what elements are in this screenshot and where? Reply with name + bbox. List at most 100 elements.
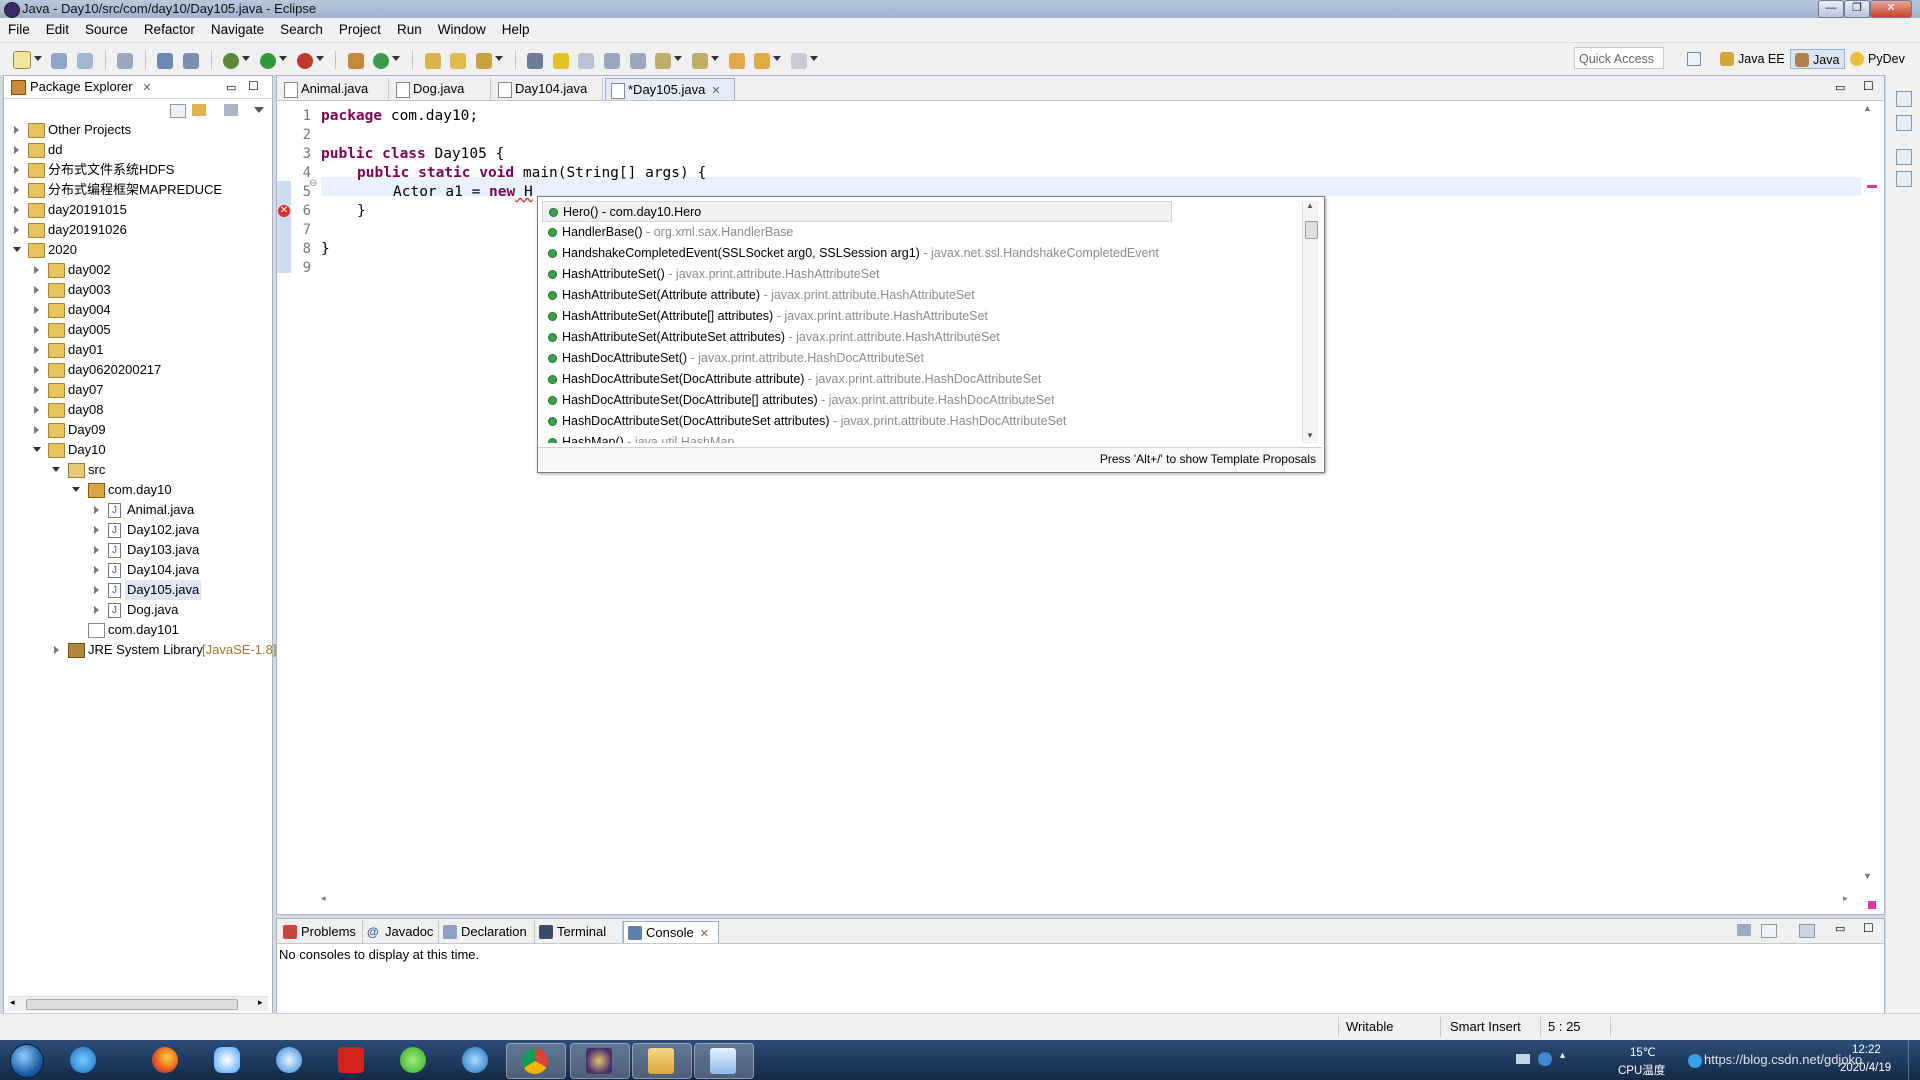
minimize-button[interactable]: — [1818,0,1844,18]
skip-breakpoints-icon[interactable] [183,53,199,69]
scroll-right-icon[interactable]: ▸ [258,997,263,1008]
taskbar-ie-blue-icon[interactable] [450,1043,500,1077]
menu-search[interactable]: Search [272,18,331,42]
perspective-java[interactable]: Java [1790,49,1846,69]
open-console-icon[interactable] [1799,924,1815,938]
tab-problems[interactable]: Problems [279,921,363,943]
print-icon[interactable] [117,53,134,69]
quick-access-input[interactable]: Quick Access [1574,47,1664,69]
debug-icon[interactable] [223,53,240,69]
back-icon[interactable] [754,53,771,69]
new-icon[interactable] [12,51,31,69]
scroll-down-icon[interactable]: ▼ [1863,871,1872,881]
scrollbar-thumb[interactable] [26,999,238,1010]
help-tray-icon[interactable] [1538,1052,1552,1066]
show-desktop-button[interactable] [1908,1040,1920,1080]
proposal-item[interactable]: HashDocAttributeSet(DocAttribute[] attri… [542,390,1282,411]
menu-help[interactable]: Help [494,18,538,42]
proposal-item[interactable]: HandlerBase() - org.xml.sax.HandlerBase [542,222,1282,243]
proposal-item[interactable]: HashAttributeSet(Attribute[] attributes)… [542,306,1282,327]
perspective-java-ee[interactable]: Java EE [1716,49,1790,69]
maximize-button[interactable]: ❐ [1844,0,1870,18]
menu-run[interactable]: Run [389,18,430,42]
toggle-word-wrap-icon[interactable] [578,53,595,69]
clock-date[interactable]: 2020/4/19 [1840,1062,1891,1074]
proposal-item[interactable]: HashMap() - java.util.HashMap [542,432,1282,443]
taskbar-youdao-icon[interactable] [326,1043,376,1077]
pin-console-icon[interactable] [1737,924,1751,936]
menu-project[interactable]: Project [331,18,389,42]
taskbar-baidu-netdisk-icon[interactable] [202,1043,252,1077]
start-button[interactable] [4,1042,48,1078]
horizontal-scrollbar[interactable]: ◂ ▸ [8,996,268,1011]
next-annotation-icon[interactable] [655,53,672,69]
open-task-icon[interactable] [450,53,467,69]
save-icon[interactable] [51,53,68,69]
menu-navigate[interactable]: Navigate [203,18,272,42]
taskbar-onedrive-icon[interactable] [264,1043,314,1077]
perspective-pydev[interactable]: PyDev [1846,49,1910,69]
terminal-icon[interactable] [157,53,174,69]
proposal-item[interactable]: HandshakeCompletedEvent(SSLSocket arg0, … [542,243,1282,264]
overview-error-indicator[interactable] [1868,901,1876,909]
keyboard-tray-icon[interactable] [1516,1054,1530,1064]
save-all-icon[interactable] [76,53,93,69]
taskbar-360-icon[interactable] [388,1043,438,1077]
taskbar-explorer-icon[interactable] [632,1043,692,1079]
new-class-icon[interactable] [373,53,390,69]
overview-error-marker[interactable] [1867,185,1877,188]
proposal-item[interactable]: HashAttributeSet(AttributeSet attributes… [542,327,1282,348]
editor-horizontal-scrollbar[interactable]: ◂ ▸ [321,891,1857,907]
tab-dog-java[interactable]: Dog.java [391,78,491,100]
toggle-highlight-icon[interactable] [552,53,569,69]
scrollbar-thumb[interactable] [1305,221,1318,239]
close-tab-icon[interactable]: ✕ [711,85,720,97]
tab-animal-java[interactable]: Animal.java [279,78,389,100]
new-java-project-icon[interactable] [347,53,364,69]
proposal-item[interactable]: HashDocAttributeSet() - javax.print.attr… [542,348,1282,369]
proposal-scrollbar[interactable]: ▲ ▼ [1302,201,1318,443]
filter-icon[interactable] [224,104,238,116]
close-view-icon[interactable]: ✕ [142,82,151,94]
menu-file[interactable]: File [0,18,38,42]
forward-icon[interactable] [790,53,807,69]
taskbar-firefox-icon[interactable] [140,1043,190,1077]
show-whitespace-icon[interactable] [629,53,646,69]
close-button[interactable]: ✕ [1870,0,1912,18]
taskbar-chrome-icon[interactable] [506,1043,566,1079]
search-icon[interactable] [475,53,492,69]
template-proposals-hint[interactable]: Press 'Alt+/' to show Template Proposals [1100,452,1316,466]
restore-icon[interactable] [1896,149,1912,165]
proposal-item[interactable]: HashAttributeSet() - javax.print.attribu… [542,264,1282,285]
maximize-view-icon[interactable]: ☐ [1863,921,1874,935]
scroll-left-icon[interactable]: ◂ [321,893,326,904]
close-view-icon[interactable]: ✕ [700,928,709,940]
maximize-view-icon[interactable]: ☐ [248,79,259,93]
external-tools-icon[interactable] [296,53,313,69]
last-edit-location-icon[interactable] [728,53,745,69]
tab-package-explorer[interactable]: Package Explorer ✕ [6,76,157,98]
tab-declaration[interactable]: Declaration [439,921,535,943]
open-perspective-icon[interactable] [1684,49,1702,69]
menu-edit[interactable]: Edit [38,18,77,42]
task-list-icon[interactable] [1896,171,1912,187]
toggle-mark-occurrences-icon[interactable] [527,53,544,69]
tray-arrow-icon[interactable]: ▴ [1560,1050,1565,1061]
proposal-item[interactable]: HashDocAttributeSet(DocAttribute attribu… [542,369,1282,390]
menu-source[interactable]: Source [77,18,136,42]
block-selection-icon[interactable] [604,53,620,69]
view-menu-icon[interactable] [254,107,264,113]
menu-refactor[interactable]: Refactor [136,18,203,42]
maximize-editor-icon[interactable]: ☐ [1863,79,1874,93]
clock-time[interactable]: 12:22 [1852,1044,1881,1056]
new-dropdown-icon[interactable] [33,56,42,61]
scroll-right-icon[interactable]: ▸ [1843,893,1848,904]
minimize-view-icon[interactable]: ▭ [226,81,236,94]
menu-window[interactable]: Window [430,18,494,42]
taskbar-eclipse-icon[interactable] [570,1043,630,1079]
run-icon[interactable] [259,53,276,69]
proposal-item[interactable]: HashDocAttributeSet(DocAttributeSet attr… [542,411,1282,432]
tab-day104-java[interactable]: Day104.java [493,78,603,100]
display-console-icon[interactable] [1761,924,1777,938]
scroll-up-icon[interactable]: ▲ [1306,201,1314,210]
